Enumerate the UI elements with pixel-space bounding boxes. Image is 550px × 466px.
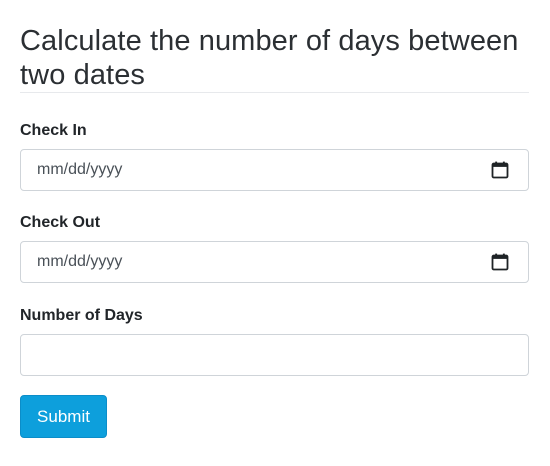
check-out-label: Check Out (20, 214, 101, 231)
check-in-date-input[interactable]: mm/dd/yyyy (20, 149, 529, 191)
calendar-icon[interactable] (491, 161, 509, 179)
submit-button[interactable]: Submit (20, 395, 107, 438)
check-out-placeholder: mm/dd/yyyy (37, 253, 123, 270)
page-title: Calculate the number of days between two… (20, 25, 519, 91)
check-out-date-input[interactable]: mm/dd/yyyy (20, 241, 529, 283)
check-in-label: Check In (20, 122, 87, 139)
check-in-placeholder: mm/dd/yyyy (37, 161, 123, 178)
date-calculator-page: Calculate the number of days between two… (0, 0, 550, 466)
title-divider (20, 92, 529, 93)
number-of-days-input[interactable] (20, 334, 529, 376)
number-of-days-label: Number of Days (20, 307, 143, 324)
calendar-icon[interactable] (491, 253, 509, 271)
